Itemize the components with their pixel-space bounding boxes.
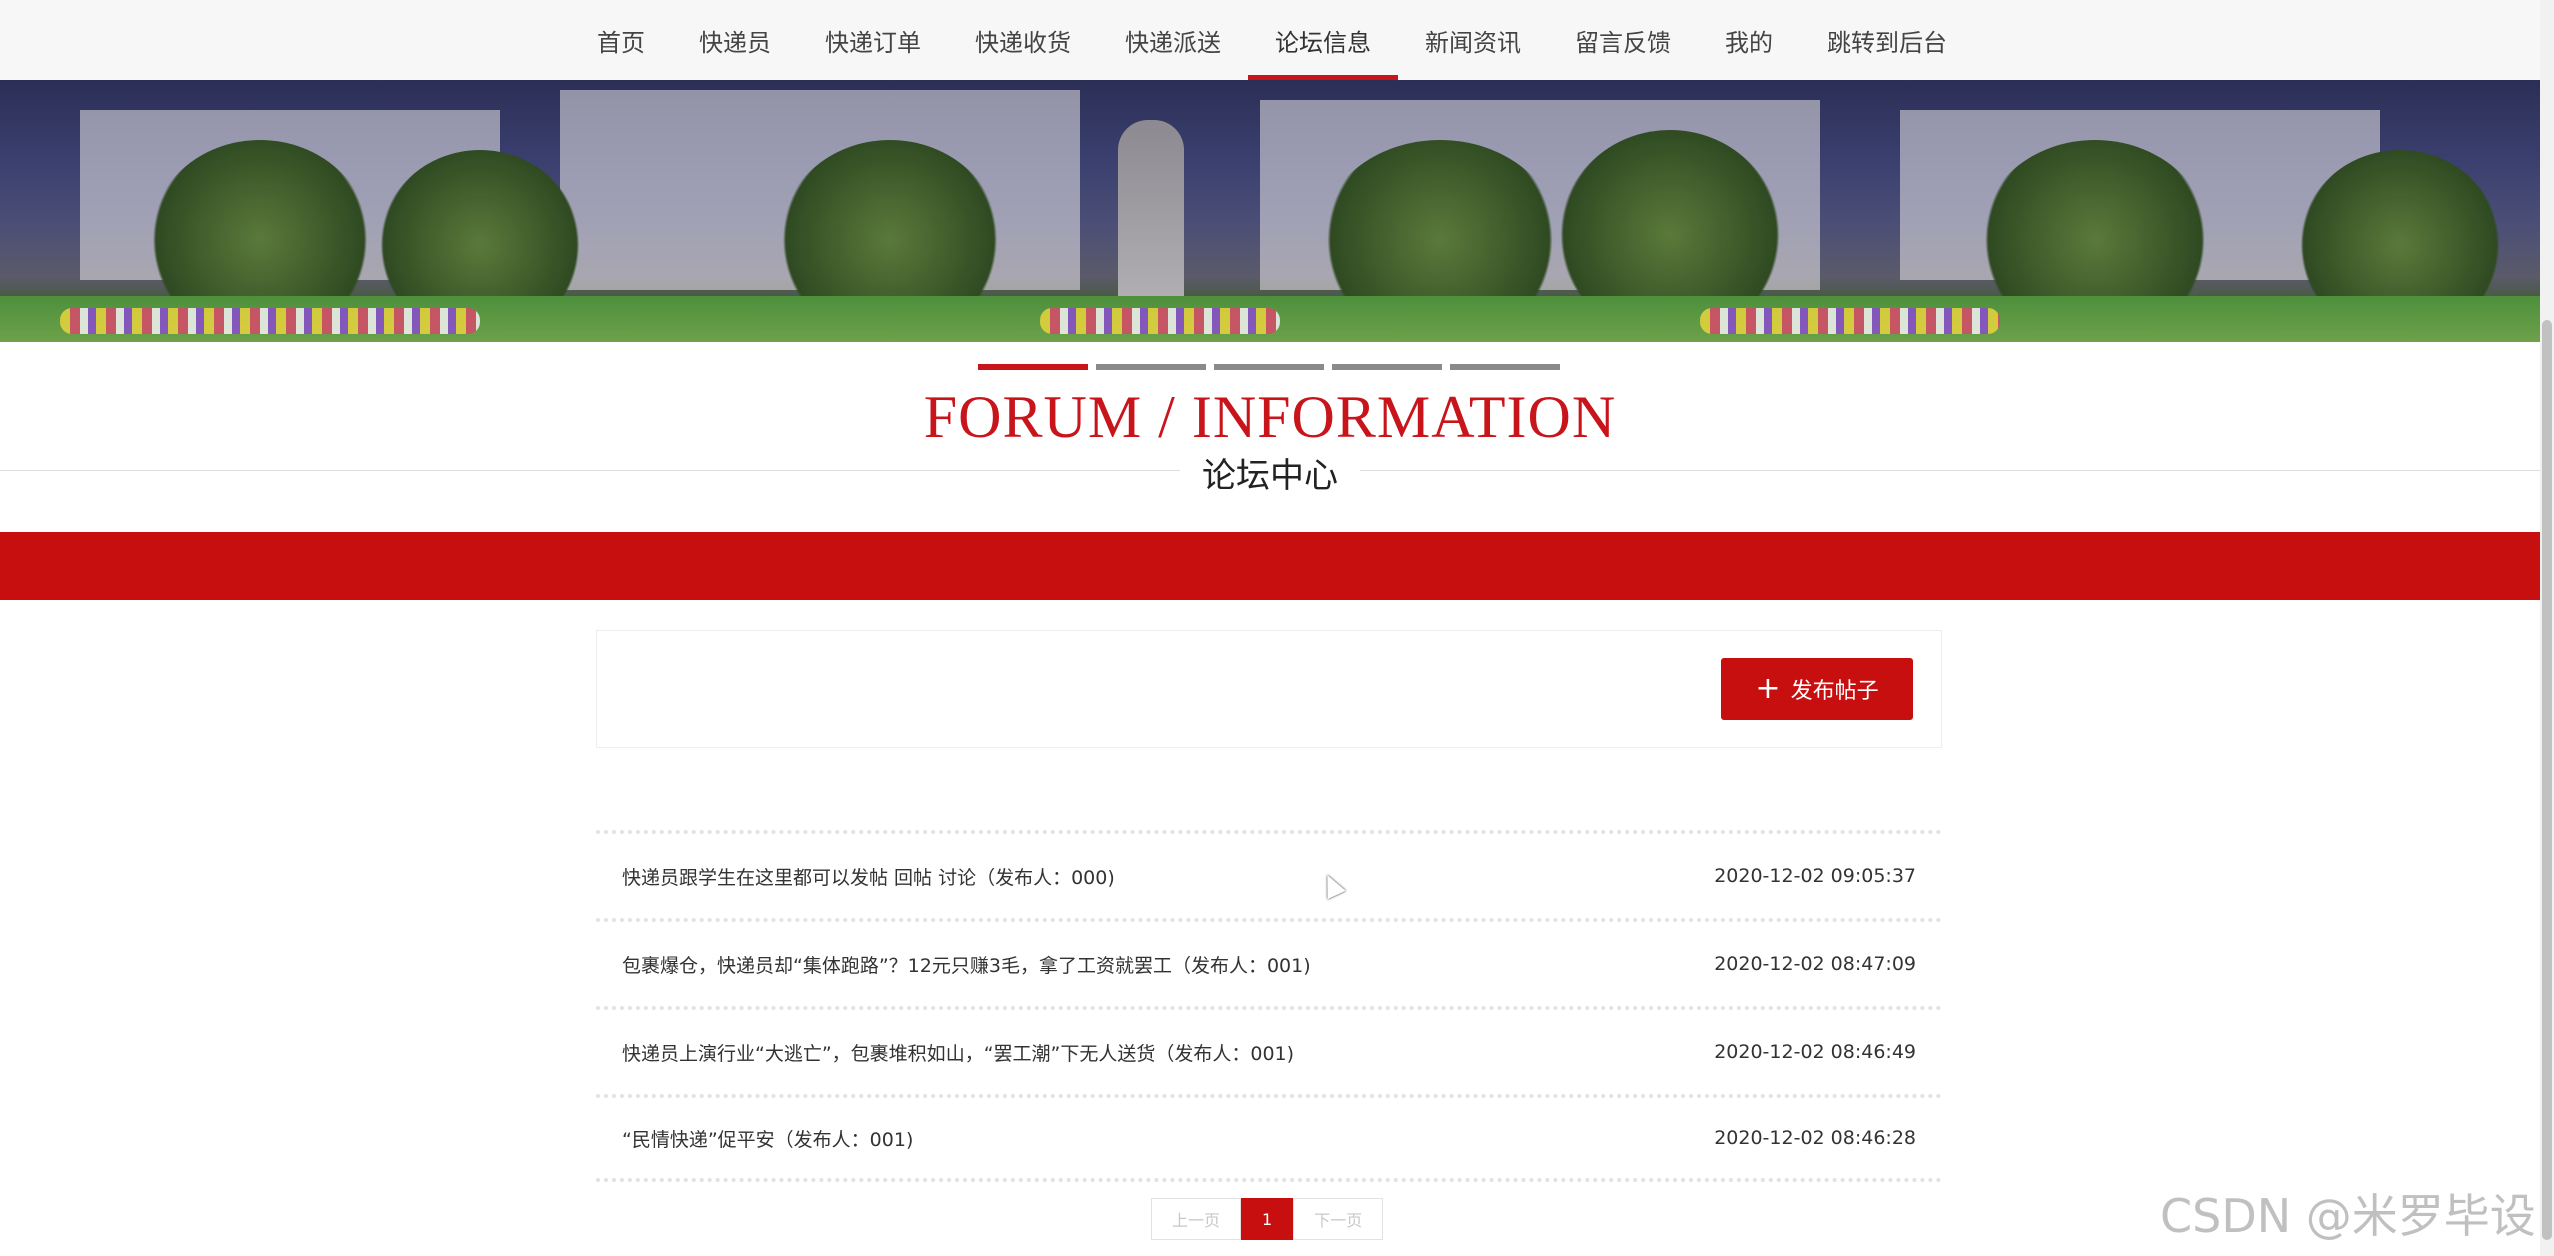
post-title[interactable]: “民情快递”促平安（发布人：001) [622,1125,913,1152]
list-item[interactable]: 包裹爆仓，快递员却“集体跑路”？12元只赚3毛，拿了工资就罢工（发布人：001)… [596,918,1942,1006]
watermark: CSDN @米罗毕设 [2160,1189,2536,1243]
carousel-dot-4[interactable] [1332,364,1442,370]
nav-item-forum[interactable]: 论坛信息 [1248,0,1398,80]
carousel-dot-3[interactable] [1214,364,1324,370]
list-item[interactable]: “民情快递”促平安（发布人：001) 2020-12-02 08:46:28 [596,1094,1942,1182]
carousel-dot-5[interactable] [1450,364,1560,370]
pagination: 上一页 1 下一页 [1151,1198,1384,1240]
scrollbar-thumb[interactable] [2542,320,2552,1240]
nav-item-orders[interactable]: 快递订单 [798,0,948,80]
top-nav: 首页 快递员 快递订单 快递收货 快递派送 论坛信息 新闻资讯 留言反馈 我的 … [0,0,2540,81]
post-date: 2020-12-02 09:05:37 [1714,865,1916,887]
red-band [0,532,2540,600]
post-date: 2020-12-02 08:46:28 [1714,1127,1916,1149]
post-date: 2020-12-02 08:46:49 [1714,1041,1916,1063]
post-date: 2020-12-02 08:47:09 [1714,953,1916,975]
page-1-button[interactable]: 1 [1241,1198,1294,1240]
plus-icon: + [1755,671,1781,706]
post-title[interactable]: 快递员上演行业“大逃亡”，包裹堆积如山，“罢工潮”下无人送货（发布人：001) [622,1039,1294,1066]
next-page-button[interactable]: 下一页 [1293,1198,1384,1240]
nav-item-mine[interactable]: 我的 [1698,0,1800,80]
nav-menu: 首页 快递员 快递订单 快递收货 快递派送 论坛信息 新闻资讯 留言反馈 我的 … [570,0,1974,80]
nav-item-receiving[interactable]: 快递收货 [948,0,1098,80]
forum-post-list: 快递员跟学生在这里都可以发帖 回帖 讨论（发布人：000) 2020-12-02… [596,830,1942,1182]
section-title-en: FORUM / INFORMATION [923,384,1617,450]
hero-banner [0,80,2540,342]
carousel-dot-2[interactable] [1096,364,1206,370]
section-title-cn: 论坛中心 [1180,448,1360,497]
nav-item-delivery[interactable]: 快递派送 [1098,0,1248,80]
post-title[interactable]: 快递员跟学生在这里都可以发帖 回帖 讨论（发布人：000) [622,863,1115,890]
list-item[interactable]: 快递员跟学生在这里都可以发帖 回帖 讨论（发布人：000) 2020-12-02… [596,830,1942,918]
nav-item-couriers[interactable]: 快递员 [672,0,798,80]
list-item[interactable]: 快递员上演行业“大逃亡”，包裹堆积如山，“罢工潮”下无人送货（发布人：001) … [596,1006,1942,1094]
carousel-indicators [978,364,1560,370]
prev-page-button[interactable]: 上一页 [1151,1198,1242,1240]
post-title[interactable]: 包裹爆仓，快递员却“集体跑路”？12元只赚3毛，拿了工资就罢工（发布人：001) [622,951,1311,978]
carousel-dot-1[interactable] [978,364,1088,370]
publish-post-label: 发布帖子 [1790,679,1879,704]
publish-post-button[interactable]: + 发布帖子 [1721,658,1913,720]
page-scrollbar[interactable] [2540,0,2554,1256]
nav-item-admin[interactable]: 跳转到后台 [1800,0,1974,80]
nav-item-home[interactable]: 首页 [570,0,672,80]
nav-item-news[interactable]: 新闻资讯 [1398,0,1548,80]
nav-item-feedback[interactable]: 留言反馈 [1548,0,1698,80]
